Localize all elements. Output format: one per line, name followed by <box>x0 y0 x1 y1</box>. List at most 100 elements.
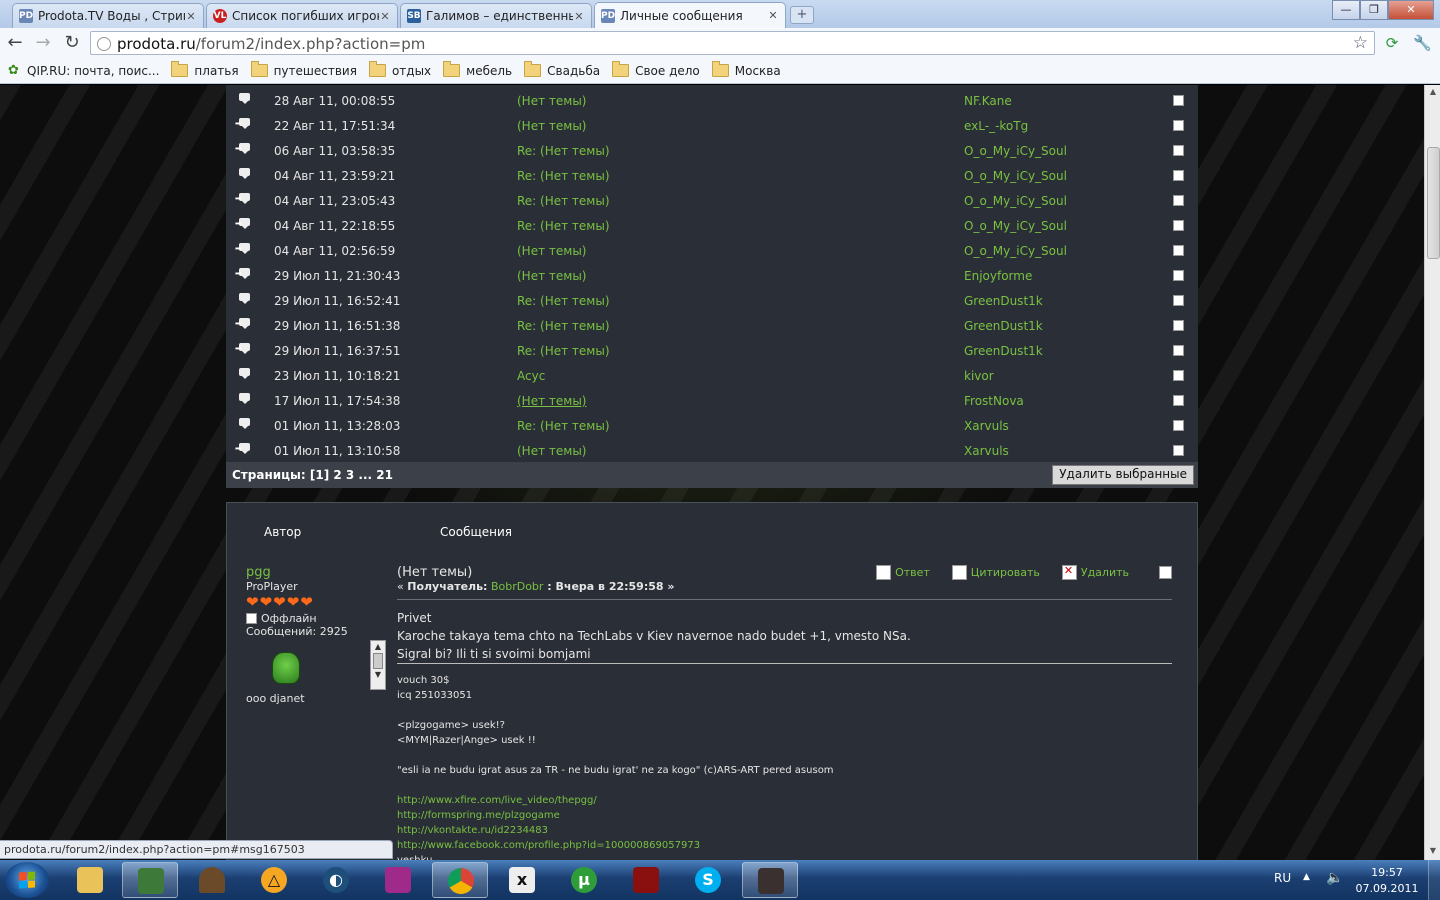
delete-button[interactable]: Удалить <box>1061 564 1129 580</box>
taskbar-game[interactable] <box>618 862 674 898</box>
bookmark-qip[interactable]: ✿ QIP.RU: почта, поис... <box>8 63 159 78</box>
pm-select-checkbox[interactable] <box>1173 220 1184 231</box>
pm-sender[interactable]: exL-_-koTg <box>964 119 1028 133</box>
pm-subject[interactable]: Re: (Нет темы) <box>517 169 610 183</box>
message-select[interactable] <box>1151 566 1172 579</box>
pm-sender[interactable]: GreenDust1k <box>964 294 1043 308</box>
quote-button[interactable]: Цитировать <box>951 565 1040 580</box>
close-window-button[interactable]: ✕ <box>1388 0 1434 20</box>
pm-subject[interactable]: Re: (Нет темы) <box>517 319 610 333</box>
volume-icon[interactable]: 🔈 <box>1326 870 1343 886</box>
pm-select-checkbox[interactable] <box>1173 120 1184 131</box>
pm-select-checkbox[interactable] <box>1173 245 1184 256</box>
pm-subject[interactable]: (Нет темы) <box>517 394 586 408</box>
meta-recipient[interactable]: BobrDobr <box>491 580 544 593</box>
taskbar-utorrent[interactable]: µ <box>556 862 612 898</box>
signature-link[interactable]: http://vkontakte.ru/id2234483 <box>397 823 1172 838</box>
pm-subject[interactable]: Re: (Нет темы) <box>517 194 610 208</box>
back-arrow-icon[interactable]: ← <box>5 33 25 53</box>
pm-subject[interactable]: Acyc <box>517 369 545 383</box>
wrench-icon[interactable]: 🔧 <box>1413 34 1432 52</box>
tab-close-icon[interactable]: ✕ <box>185 10 197 23</box>
pm-select-checkbox[interactable] <box>1173 145 1184 156</box>
pm-sender[interactable]: O_o_My_iCy_Soul <box>964 169 1067 183</box>
pm-select-checkbox[interactable] <box>1173 295 1184 306</box>
pm-select-checkbox[interactable] <box>1173 170 1184 181</box>
taskbar-xfire[interactable]: x <box>494 862 550 898</box>
pm-subject[interactable]: Re: (Нет темы) <box>517 219 610 233</box>
author-scroll-box[interactable]: ▲ ▼ <box>370 640 386 690</box>
new-tab-button[interactable]: + <box>790 6 814 24</box>
scroll-down-icon[interactable]: ▼ <box>1427 846 1439 858</box>
tab-galimov[interactable]: SB Галимов – единственный ✕ <box>400 3 592 28</box>
bookmark-folder-furniture[interactable]: мебель <box>443 61 512 78</box>
bookmark-folder-business[interactable]: Свое дело <box>612 61 700 78</box>
pm-subject[interactable]: Re: (Нет темы) <box>517 344 610 358</box>
pm-sender[interactable]: O_o_My_iCy_Soul <box>964 144 1067 158</box>
bookmark-folder-rest[interactable]: отдых <box>368 61 431 78</box>
bookmark-folder-dresses[interactable]: платья <box>171 61 239 78</box>
extension-icon[interactable]: ⟳ <box>1383 34 1401 52</box>
pm-subject[interactable]: (Нет темы) <box>517 269 586 283</box>
pm-select-checkbox[interactable] <box>1173 345 1184 356</box>
scroll-up-icon[interactable]: ▲ <box>1427 87 1439 99</box>
pm-subject[interactable]: Re: (Нет темы) <box>517 294 610 308</box>
bookmark-folder-travel[interactable]: путешествия <box>250 61 357 78</box>
tab-close-icon[interactable]: ✕ <box>767 9 779 22</box>
reply-button[interactable]: Ответ <box>876 565 930 580</box>
pm-select-checkbox[interactable] <box>1173 320 1184 331</box>
minimize-button[interactable]: — <box>1332 0 1360 20</box>
clock[interactable]: 19:57 07.09.2011 <box>1352 865 1422 897</box>
show-desktop-button[interactable] <box>1428 860 1440 900</box>
pm-select-checkbox[interactable] <box>1173 420 1184 431</box>
pm-subject[interactable]: (Нет темы) <box>517 94 586 108</box>
tab-close-icon[interactable]: ✕ <box>379 10 391 23</box>
pm-select-checkbox[interactable] <box>1173 370 1184 381</box>
author-name[interactable]: pgg <box>246 565 376 580</box>
pm-sender[interactable]: Xarvuls <box>964 419 1009 433</box>
pm-sender[interactable]: GreenDust1k <box>964 319 1043 333</box>
pm-sender[interactable]: O_o_My_iCy_Soul <box>964 244 1067 258</box>
message-checkbox[interactable] <box>1159 566 1172 579</box>
pm-sender[interactable]: FrostNova <box>964 394 1024 408</box>
pm-select-checkbox[interactable] <box>1173 395 1184 406</box>
reload-icon[interactable]: ↻ <box>62 33 82 53</box>
pm-sender[interactable]: GreenDust1k <box>964 344 1043 358</box>
pm-sender[interactable]: kivor <box>964 369 994 383</box>
bookmark-star-icon[interactable]: ☆ <box>1353 33 1368 53</box>
pm-sender[interactable]: Xarvuls <box>964 444 1009 458</box>
pm-subject[interactable]: (Нет темы) <box>517 444 586 458</box>
delete-selected-button[interactable]: Удалить выбранные <box>1052 465 1194 485</box>
scroll-thumb[interactable] <box>373 653 383 669</box>
pager[interactable]: Страницы: [1] 2 3 ... 21 <box>232 468 393 482</box>
scroll-up-icon[interactable]: ▲ <box>371 641 385 653</box>
signature-link[interactable]: http://formspring.me/plzgogame <box>397 808 1172 823</box>
pm-subject[interactable]: Re: (Нет темы) <box>517 419 610 433</box>
tab-private-messages[interactable]: PD Личные сообщения ✕ <box>594 2 786 28</box>
taskbar-explorer[interactable] <box>62 862 118 898</box>
pm-select-checkbox[interactable] <box>1173 445 1184 456</box>
signature-link[interactable]: http://www.xfire.com/live_video/thepgg/ <box>397 793 1172 808</box>
scroll-thumb[interactable] <box>1427 147 1440 259</box>
tray-expand-icon[interactable]: ▲ <box>1303 872 1310 882</box>
page-scrollbar[interactable]: ▲ ▼ <box>1424 85 1440 860</box>
bookmark-folder-wedding[interactable]: Свадьба <box>524 61 600 78</box>
signature-link[interactable]: http://www.facebook.com/profile.php?id=1… <box>397 838 1172 853</box>
taskbar-winrar[interactable] <box>370 862 426 898</box>
taskbar-warcraft[interactable] <box>184 862 240 898</box>
taskbar-skype[interactable]: S <box>680 862 736 898</box>
forward-arrow-icon[interactable]: → <box>33 33 53 53</box>
taskbar-steam[interactable]: ◐ <box>308 862 364 898</box>
maximize-button[interactable]: ❐ <box>1360 0 1388 20</box>
pm-subject[interactable]: (Нет темы) <box>517 119 586 133</box>
taskbar-dota[interactable] <box>742 862 798 898</box>
pm-sender[interactable]: NF.Kane <box>964 94 1012 108</box>
tab-dead-players[interactable]: VL Список погибших игроков ✕ <box>206 3 398 28</box>
pm-subject[interactable]: (Нет темы) <box>517 244 586 258</box>
start-button[interactable] <box>5 862 49 898</box>
pm-sender[interactable]: O_o_My_iCy_Soul <box>964 219 1067 233</box>
pm-select-checkbox[interactable] <box>1173 195 1184 206</box>
taskbar-app-2[interactable] <box>122 862 178 898</box>
language-indicator[interactable]: RU <box>1274 871 1291 885</box>
taskbar-chrome[interactable] <box>432 862 488 898</box>
